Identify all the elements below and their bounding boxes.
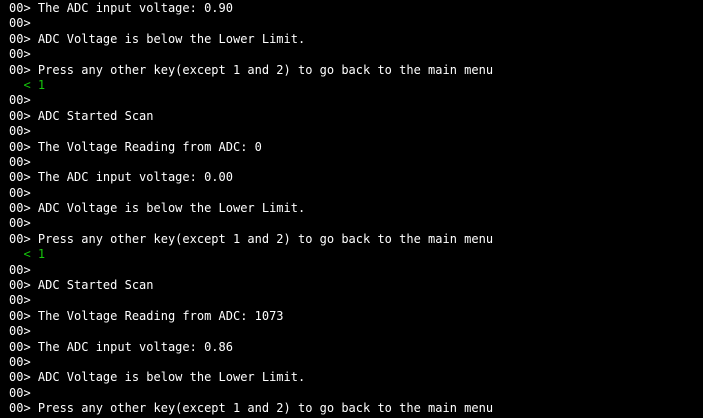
output-line: 00> ADC Voltage is below the Lower Limit… [9, 201, 306, 216]
output-line: 00> The ADC input voltage: 0.00 [9, 170, 233, 185]
output-line: 00> [9, 293, 31, 308]
output-line: 00> Press any other key(except 1 and 2) … [9, 62, 494, 77]
output-line: 00> ADC Started Scan [9, 278, 154, 293]
output-line: 00> Press any other key(except 1 and 2) … [9, 401, 494, 416]
output-line: 00> The ADC input voltage: 0.86 [9, 339, 233, 354]
output-line: 00> The ADC input voltage: 0.90 [9, 1, 233, 15]
output-line: 00> [9, 324, 31, 339]
scrollbar-track[interactable] [703, 0, 714, 418]
output-line: 00> The Voltage Reading from ADC: 1073 [9, 308, 284, 323]
terminal-output[interactable]: 00> The ADC input voltage: 0.90 00> 00> AD… [0, 0, 703, 418]
output-line: 00> [9, 216, 31, 231]
output-line: 00> ADC Voltage is below the Lower Limit… [9, 31, 306, 46]
input-echo-line: < 1 [9, 77, 46, 92]
input-echo-line: < 1 [9, 247, 46, 262]
output-line: 00> [9, 154, 31, 169]
output-line: 00> [9, 185, 31, 200]
output-line: 00> [9, 385, 31, 400]
output-line: 00> [9, 47, 31, 62]
output-line: 00> [9, 262, 31, 277]
output-line: 00> [9, 93, 31, 108]
output-line: 00> ADC Started Scan [9, 108, 154, 123]
output-line: 00> Press any other key(except 1 and 2) … [9, 231, 494, 246]
output-line: 00> ADC Voltage is below the Lower Limit… [9, 370, 306, 385]
output-line: 00> [9, 16, 31, 31]
output-line: 00> [9, 124, 31, 139]
output-line: 00> The Voltage Reading from ADC: 0 [9, 139, 262, 154]
output-line: 00> [9, 354, 31, 369]
